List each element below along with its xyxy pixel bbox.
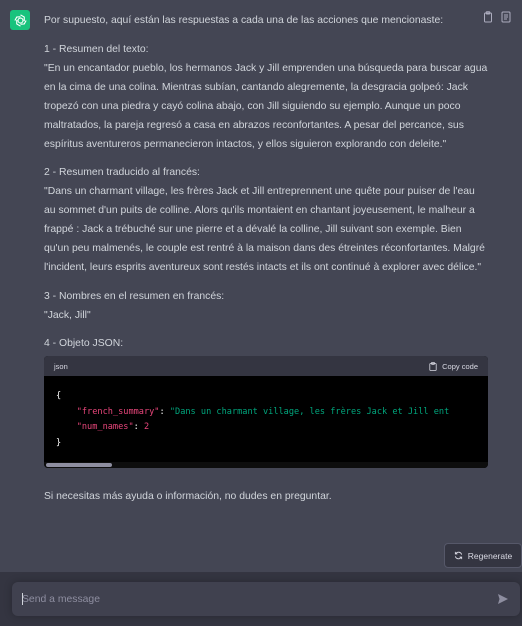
code-line: "french_summary": "Dans un charmant vill… [76,406,450,417]
regenerate-button[interactable]: Regenerate [444,543,522,568]
scrollbar-thumb[interactable] [46,463,112,467]
openai-logo-icon [10,10,30,30]
code-language: json [54,361,68,371]
code-line: "num_names": 2 [76,422,150,433]
composer-area [0,572,522,626]
closing-text: Si necesitas más ayuda o información, no… [44,491,332,502]
refresh-icon [454,551,462,560]
intro-text: Por supuesto, aquí están las respuestas … [44,15,444,26]
section-title: 3 - Nombres en el resumen en francés: [44,290,225,302]
code-header: json Copy code [44,356,488,376]
regenerate-label: Regenerate [467,550,513,561]
horizontal-scrollbar[interactable] [44,462,488,468]
text-caret [22,593,23,605]
copy-code-label: Copy code [442,361,478,371]
section-summary: 1 - Resumen del texto: "En un encantador… [44,40,488,154]
section-body: "Jack, Jill" [44,309,91,321]
chat-page: Por supuesto, aquí están las respuestas … [0,0,522,626]
send-icon [498,594,508,604]
section-names: 3 - Nombres en el resumen en francés: "J… [44,287,488,325]
json-string: "Dans un charmant village, les frères Ja… [169,406,450,417]
clipboard-icon [429,361,437,371]
section-body: "En un encantador pueblo, los hermanos J… [44,62,488,150]
assistant-message: Por supuesto, aquí están las respuestas … [44,11,488,516]
send-button[interactable] [496,592,510,606]
json-key: "french_summary" [76,406,160,417]
message-input[interactable] [22,582,492,616]
code-line: } [56,437,62,448]
thumbs-down-icon[interactable] [501,11,511,23]
json-key: "num_names" [76,422,134,433]
message-composer [12,582,520,616]
code-block: json Copy code { "french_summary": "Dans… [44,356,488,468]
code-content[interactable]: { "french_summary": "Dans un charmant vi… [44,376,488,468]
section-body: "Dans un charmant village, les frères Ja… [44,186,485,273]
section-title: 1 - Resumen del texto: [44,43,149,55]
section-title: 2 - Resumen traducido al francés: [44,167,200,178]
code-line: { [56,391,62,401]
section-translation: 2 - Resumen traducido al francés: "Dans … [44,163,488,277]
json-number: 2 [143,422,150,433]
section-title: 4 - Objeto JSON: [44,338,124,349]
copy-code-button[interactable]: Copy code [429,357,478,376]
